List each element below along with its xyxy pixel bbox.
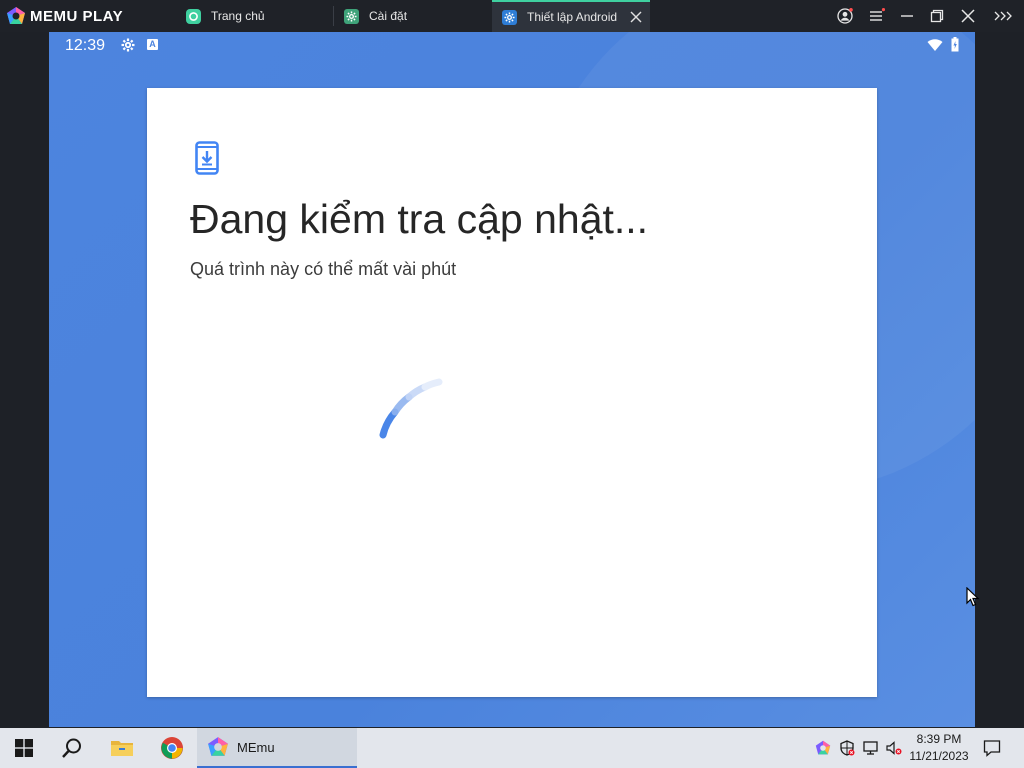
- memu-icon: [208, 737, 228, 756]
- setup-card: Đang kiểm tra cập nhật... Quá trình này …: [147, 88, 877, 697]
- battery-icon: [951, 37, 959, 52]
- wifi-icon: [927, 39, 943, 51]
- loading-spinner: [379, 378, 443, 439]
- status-clock: 12:39: [65, 37, 106, 54]
- phone-download-icon: [195, 141, 219, 175]
- taskbar-clock[interactable]: 8:39 PM 11/21/2023: [900, 731, 978, 765]
- tab-home[interactable]: Trang chủ: [186, 0, 332, 32]
- restore-icon[interactable]: [929, 8, 945, 24]
- windows-taskbar: MEmu 8:39 PM 11/21/2023: [0, 728, 1024, 768]
- expand-sidebar-icon[interactable]: [993, 8, 1013, 24]
- page-subtitle: Quá trình này có thể mất vài phút: [190, 259, 457, 279]
- tab-settings-label: Cài đặt: [369, 9, 408, 23]
- memu-tray-icon[interactable]: [813, 728, 833, 768]
- security-icon[interactable]: [837, 728, 857, 768]
- tab-settings[interactable]: Cài đặt: [344, 0, 490, 32]
- search-icon[interactable]: [48, 728, 96, 768]
- a-notification-icon: A: [147, 39, 158, 50]
- android-status-bar: 12:39 A: [49, 32, 975, 58]
- taskbar-date: 11/21/2023: [909, 749, 969, 763]
- android-screen: 12:39 A Đang kiểm tra cập nhật... Quá tr…: [49, 32, 975, 727]
- chrome-icon[interactable]: [148, 728, 196, 768]
- tab-divider: [333, 6, 334, 26]
- memu-logo: MEMU PLAY: [6, 6, 123, 26]
- close-tab-icon[interactable]: [630, 11, 642, 23]
- network-icon[interactable]: [861, 728, 881, 768]
- menu-icon[interactable]: [869, 8, 885, 24]
- settings-gear-icon: [502, 9, 517, 25]
- brand-text: MEMU PL: [30, 7, 103, 25]
- taskbar-memu-label: MEmu: [237, 739, 275, 755]
- file-explorer-icon[interactable]: [98, 728, 146, 768]
- taskbar-memu-app[interactable]: MEmu: [197, 728, 357, 768]
- windows-start-icon[interactable]: [0, 728, 48, 768]
- tab-android-setup[interactable]: Thiết lập Android: [492, 0, 650, 32]
- memu-logo-icon: [7, 7, 25, 24]
- close-icon[interactable]: [960, 8, 976, 24]
- taskbar-time: 8:39 PM: [916, 732, 962, 746]
- android-home-icon: [186, 8, 201, 24]
- tab-home-label: Trang chủ: [211, 9, 265, 23]
- account-icon[interactable]: [837, 8, 853, 24]
- minimize-icon[interactable]: [899, 8, 915, 24]
- memu-title-bar: MEMU PLAY Trang chủ Cài đặt Thiết lập An…: [0, 0, 1024, 32]
- settings-gear-icon: [344, 8, 359, 24]
- mouse-cursor-icon: [966, 587, 980, 607]
- notification-icon[interactable]: [980, 728, 1004, 768]
- tab-android-setup-label: Thiết lập Android: [527, 10, 618, 24]
- page-title: Đang kiểm tra cập nhật...: [190, 196, 649, 242]
- memu-brand-text: MEMU PLAY: [30, 8, 123, 25]
- brand-text-play: AY: [102, 7, 124, 25]
- gear-icon: [121, 38, 135, 52]
